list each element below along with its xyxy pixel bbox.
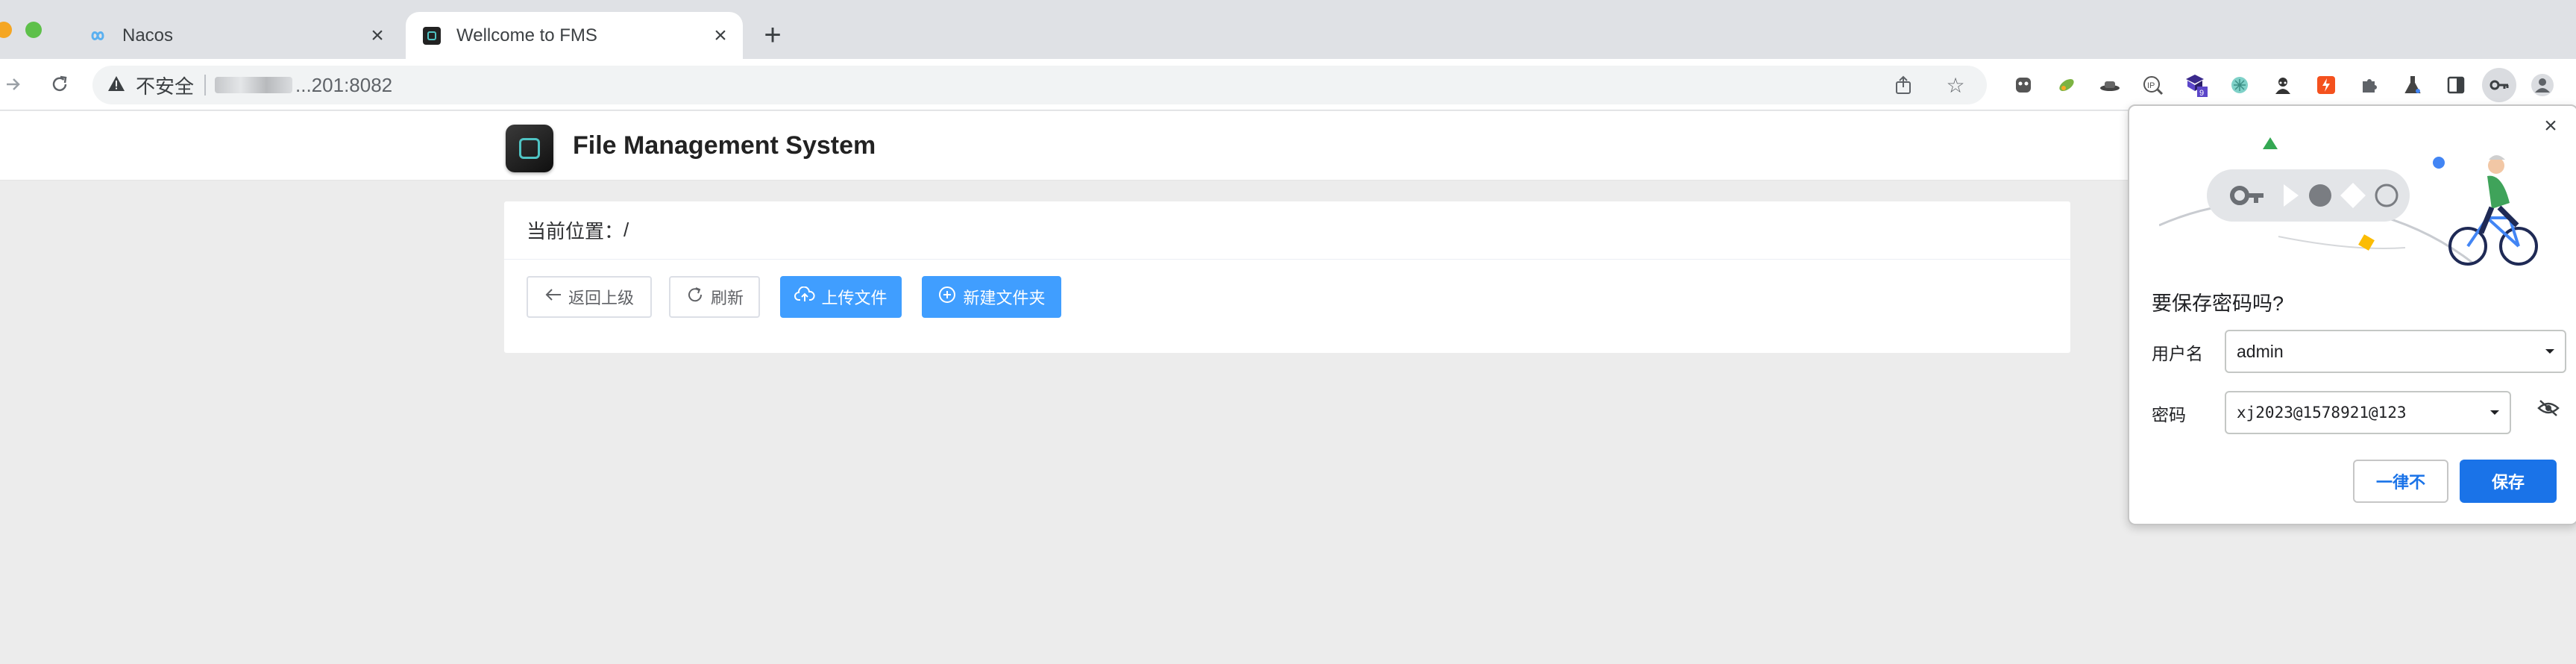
save-password-dialog: × 要保存密码吗? 用户名 admin 密码 xj2023@1578921@12… [2128, 104, 2576, 525]
file-browser-card: 当前位置： / 返回上级 刷新 上传文件 新建文件夹 [504, 201, 2070, 353]
tab-title: Nacos [122, 25, 174, 46]
upload-button[interactable]: 上传文件 [780, 276, 902, 318]
dialog-title: 要保存密码吗? [2152, 292, 2284, 315]
cloud-upload-icon [794, 286, 816, 307]
back-button[interactable]: 返回上级 [527, 276, 652, 318]
password-label: 密码 [2152, 405, 2186, 425]
tab-close-icon[interactable]: × [362, 21, 392, 51]
tab-fms[interactable]: Wellcome to FMS × [406, 12, 743, 59]
nacos-infinity-icon [87, 25, 109, 47]
extension-badge-icon[interactable]: 9 [2179, 68, 2214, 102]
eye-off-icon[interactable] [2533, 393, 2563, 423]
extension-badge-count: 9 [2199, 89, 2204, 97]
new-folder-button-label: 新建文件夹 [963, 289, 1046, 307]
app-title: File Management System [573, 131, 876, 160]
share-icon[interactable] [1890, 72, 1917, 98]
breadcrumb-path[interactable]: / [623, 219, 629, 242]
arrow-left-icon [544, 287, 562, 307]
username-select[interactable]: admin [2225, 330, 2566, 373]
chevron-down-icon [2480, 410, 2510, 416]
fms-favicon [421, 25, 443, 47]
upload-button-label: 上传文件 [821, 289, 888, 307]
warning-icon[interactable] [107, 74, 125, 97]
extensions-row: IP 9 [2006, 68, 2569, 102]
extension-spy-icon[interactable] [2266, 68, 2300, 102]
back-button-label: 返回上级 [568, 289, 634, 307]
extension-bolt-icon[interactable] [2309, 68, 2343, 102]
tab-nacos[interactable]: Nacos × [72, 12, 400, 59]
tab-title: Wellcome to FMS [456, 25, 597, 46]
password-value: xj2023@1578921@123 [2237, 404, 2407, 422]
profile-avatar-icon[interactable] [2525, 68, 2560, 102]
url-text: ...201:8082 [295, 73, 393, 96]
security-label[interactable]: 不安全 [136, 72, 194, 99]
extension-hat-icon[interactable] [2093, 68, 2127, 102]
tab-close-icon[interactable]: × [706, 21, 735, 51]
forward-icon[interactable] [0, 66, 31, 102]
new-tab-button[interactable]: + [758, 16, 788, 54]
breadcrumb: 当前位置： / [504, 201, 2070, 260]
breadcrumb-label: 当前位置： [527, 220, 624, 242]
extension-leaf-icon[interactable] [2049, 68, 2084, 102]
username-value: admin [2237, 341, 2284, 361]
app-logo [506, 125, 553, 172]
browser-tab-bar: Nacos × Wellcome to FMS × + [0, 0, 2576, 59]
new-folder-button[interactable]: 新建文件夹 [922, 276, 1061, 318]
never-button[interactable]: 一律不 [2353, 460, 2448, 503]
extension-face-icon[interactable] [2006, 68, 2041, 102]
password-select[interactable]: xj2023@1578921@123 [2225, 391, 2511, 434]
bookmark-star-icon[interactable]: ☆ [1942, 72, 1969, 98]
refresh-button[interactable]: 刷新 [669, 276, 760, 318]
address-bar[interactable]: 不安全 ...201:8082 ☆ [92, 66, 1987, 104]
extension-puzzle-icon[interactable] [2352, 68, 2387, 102]
svg-text:IP: IP [2147, 81, 2155, 90]
address-divider [204, 75, 207, 95]
side-panel-icon[interactable] [2439, 68, 2473, 102]
redacted-host [215, 77, 293, 93]
password-illustration [2159, 137, 2538, 266]
extension-ip-icon[interactable]: IP [2136, 68, 2170, 102]
chevron-down-icon [2535, 348, 2565, 354]
window-zoom-button[interactable] [25, 22, 42, 38]
save-button[interactable]: 保存 [2460, 460, 2557, 503]
username-label: 用户名 [2152, 344, 2203, 363]
extension-pattern-icon[interactable] [2222, 68, 2257, 102]
reload-icon[interactable] [42, 66, 78, 102]
window-minimize-button[interactable] [0, 22, 12, 38]
refresh-icon [685, 285, 705, 309]
password-key-icon[interactable] [2482, 68, 2516, 102]
circle-plus-icon [937, 285, 957, 309]
refresh-button-label: 刷新 [710, 289, 744, 307]
extension-flask-icon[interactable] [2396, 68, 2430, 102]
